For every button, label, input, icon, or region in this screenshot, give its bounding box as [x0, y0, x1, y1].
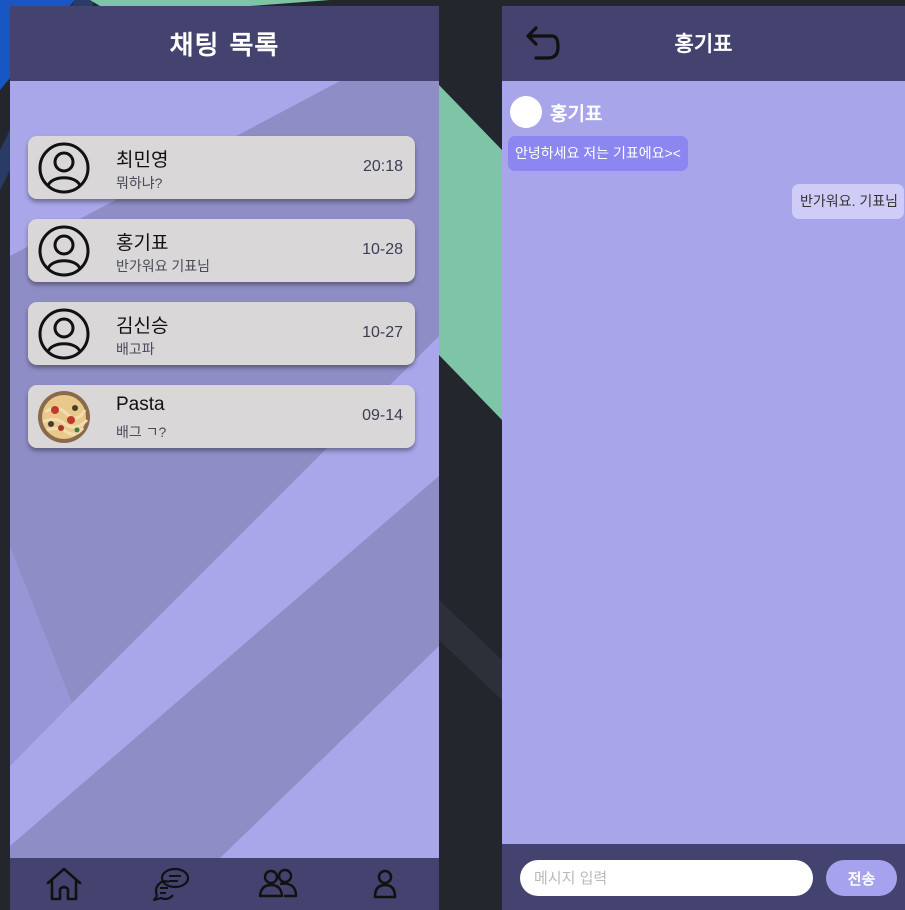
- avatar: [510, 96, 542, 128]
- chat-room-title: 홍기표: [674, 32, 733, 56]
- user-outline-icon: [38, 142, 90, 194]
- chat-item-name: 홍기표: [116, 233, 169, 254]
- outgoing-message-bubble: 반가워요. 기표님: [792, 184, 904, 219]
- chat-item-hong-gipyo[interactable]: 홍기표 반가워요 기표님 10-28: [28, 219, 415, 282]
- chat-item-choi-minyoung[interactable]: 최민영 뭐하냐? 20:18: [28, 136, 415, 199]
- chat-item-name: 김신승: [116, 316, 169, 337]
- nav-chats-button[interactable]: [145, 862, 197, 906]
- friends-icon: [258, 868, 298, 898]
- message-input-bar: 전송: [502, 844, 905, 910]
- chat-item-preview: 배고파: [116, 341, 155, 357]
- chat-room-header: 홍기표: [502, 6, 905, 81]
- chat-bubbles-icon: [152, 867, 189, 902]
- chat-item-name: Pasta: [116, 394, 165, 415]
- message-input[interactable]: [520, 860, 813, 896]
- sender-info: 홍기표: [510, 96, 602, 128]
- chat-item-pasta[interactable]: Pasta 배그 ㄱ? 09-14: [28, 385, 415, 448]
- nav-home-button[interactable]: [38, 862, 90, 906]
- chat-list-header: 채팅 목록: [10, 6, 439, 81]
- chat-list: 최민영 뭐하냐? 20:18 홍기표 반가워요 기표님 10-28 김신승 배고…: [28, 136, 415, 468]
- bottom-navigation: [10, 858, 439, 910]
- chat-item-time: 20:18: [362, 158, 403, 175]
- chat-item-name: 최민영: [116, 150, 169, 171]
- pasta-photo-avatar: [38, 391, 90, 443]
- home-icon: [46, 867, 81, 901]
- nav-friends-button[interactable]: [252, 862, 304, 906]
- sender-name: 홍기표: [550, 102, 603, 125]
- chat-item-kim-sinseung[interactable]: 김신승 배고파 10-27: [28, 302, 415, 365]
- send-button[interactable]: 전송: [826, 860, 897, 896]
- chat-item-time: 09-14: [362, 407, 403, 424]
- chat-item-preview: 뭐하냐?: [116, 175, 163, 191]
- chat-list-screen: 채팅 목록 최민영 뭐하냐? 20:18 홍기표 반가워요 기표님 10-28: [10, 6, 439, 910]
- chat-item-preview: 배그 ㄱ?: [116, 424, 167, 440]
- user-outline-icon: [38, 225, 90, 277]
- profile-icon: [374, 869, 397, 899]
- chat-item-preview: 반가워요 기표님: [116, 258, 211, 274]
- chat-room-screen: 홍기표 홍기표 안녕하세요 저는 기표에요>< 반가워요. 기표님 전송: [502, 6, 905, 910]
- page-title: 채팅 목록: [169, 31, 280, 61]
- nav-profile-button[interactable]: [359, 862, 411, 906]
- incoming-message-bubble: 안녕하세요 저는 기표에요><: [508, 136, 688, 171]
- chat-item-time: 10-28: [362, 241, 403, 258]
- chat-item-time: 10-27: [362, 324, 403, 341]
- user-outline-icon: [38, 308, 90, 360]
